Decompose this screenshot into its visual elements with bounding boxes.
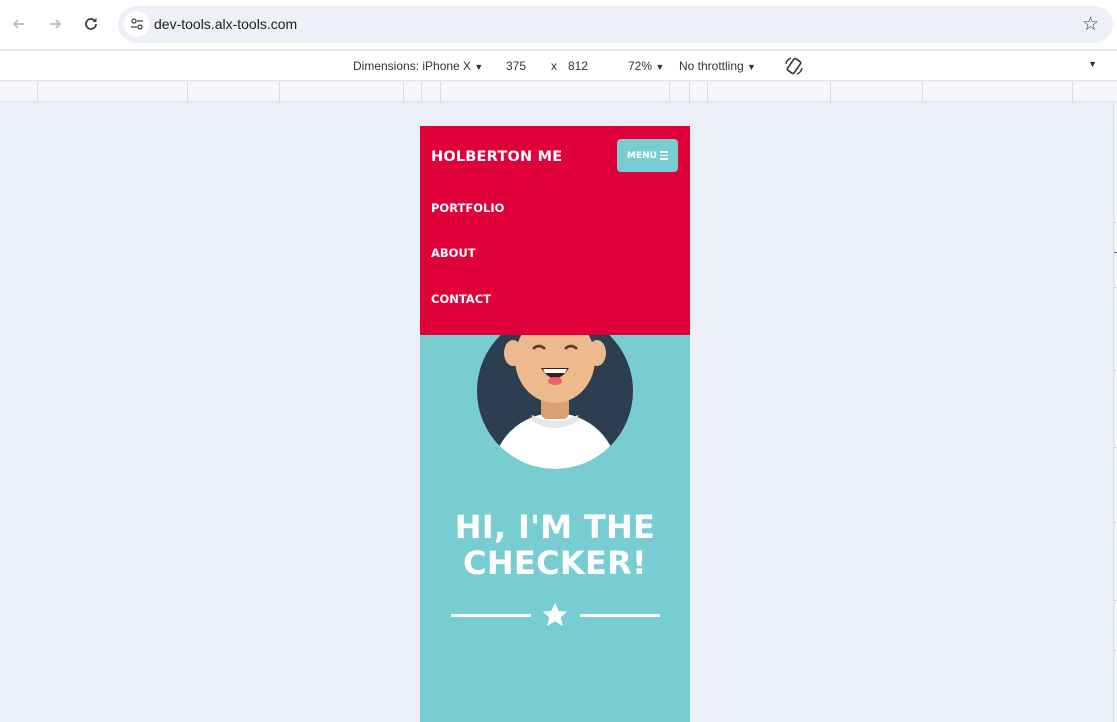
site-brand[interactable]: HOLBERTON ME	[431, 149, 562, 165]
chevron-down-icon: ▼	[474, 62, 484, 72]
media-query-segment[interactable]	[37, 82, 38, 102]
rotate-device-icon[interactable]	[783, 55, 805, 77]
hero-title-line-2: CHECKER!	[463, 544, 647, 582]
media-query-segment[interactable]	[279, 82, 280, 102]
device-viewport[interactable]: HOLBERTON ME MENU PORTFOLIO ABOUT CONTAC…	[420, 126, 690, 722]
height-input[interactable]: 812	[568, 59, 588, 73]
media-query-segment[interactable]	[403, 82, 404, 102]
star-divider	[451, 601, 660, 631]
star-icon	[542, 602, 568, 626]
chevron-down-icon: ▼	[655, 62, 665, 72]
site-settings-icon[interactable]	[124, 11, 150, 37]
url-text[interactable]: dev-tools.alx-tools.com	[154, 16, 297, 32]
zoom-label: 72%	[628, 59, 653, 73]
browser-toolbar: dev-tools.alx-tools.com ☆	[0, 0, 1117, 50]
throttling-label: No throttling	[679, 59, 744, 73]
menu-button[interactable]: MENU	[617, 139, 678, 172]
media-query-segment[interactable]	[440, 82, 441, 102]
header-menu-panel: HOLBERTON ME MENU PORTFOLIO ABOUT CONTAC…	[420, 126, 690, 335]
media-query-segment[interactable]	[922, 82, 923, 102]
divider-line-left	[451, 614, 531, 617]
address-bar[interactable]: dev-tools.alx-tools.com ☆	[118, 6, 1113, 43]
media-query-bar	[0, 82, 1117, 102]
reload-button[interactable]	[79, 12, 103, 36]
media-query-segment[interactable]	[421, 82, 422, 102]
media-query-segment[interactable]	[707, 82, 708, 102]
reload-icon	[85, 18, 97, 30]
dimensions-dropdown[interactable]: Dimensions: iPhone X ▼	[353, 59, 483, 73]
chevron-down-icon: ▼	[747, 62, 756, 72]
media-query-segment[interactable]	[830, 82, 831, 102]
forward-button[interactable]	[43, 12, 67, 36]
times-label: x	[551, 59, 557, 73]
media-query-segment[interactable]	[669, 82, 670, 102]
width-input[interactable]: 375	[506, 59, 526, 73]
hero-title-line-1: HI, I'M THE	[454, 508, 656, 546]
zoom-dropdown[interactable]: 72% ▼	[628, 59, 664, 73]
media-query-segment[interactable]	[689, 82, 690, 102]
hero-title: HI, I'M THE CHECKER!	[420, 509, 690, 581]
throttling-dropdown[interactable]: No throttling ▼	[679, 59, 756, 73]
nav-link-portfolio[interactable]: PORTFOLIO	[431, 201, 504, 215]
more-options-chevron-icon[interactable]: ▼	[1088, 59, 1097, 69]
hamburger-icon	[659, 151, 668, 160]
divider-line-right	[580, 614, 660, 617]
avatar	[477, 313, 633, 469]
bookmark-star-icon[interactable]: ☆	[1082, 13, 1099, 35]
dimensions-label: Dimensions: iPhone X	[353, 59, 472, 73]
device-toolbar: Dimensions: iPhone X ▼ 375 x 812 72% ▼ N…	[0, 51, 1117, 81]
media-query-segment[interactable]	[187, 82, 188, 102]
menu-button-label: MENU	[627, 150, 657, 161]
nav-link-contact[interactable]: CONTACT	[431, 292, 491, 306]
nav-link-about[interactable]: ABOUT	[431, 246, 476, 260]
arrow-left-icon	[12, 19, 24, 29]
back-button[interactable]	[7, 12, 31, 36]
arrow-right-icon	[50, 19, 62, 29]
devtools-side-panel-edge	[1113, 102, 1117, 722]
media-query-segment[interactable]	[1072, 82, 1073, 102]
